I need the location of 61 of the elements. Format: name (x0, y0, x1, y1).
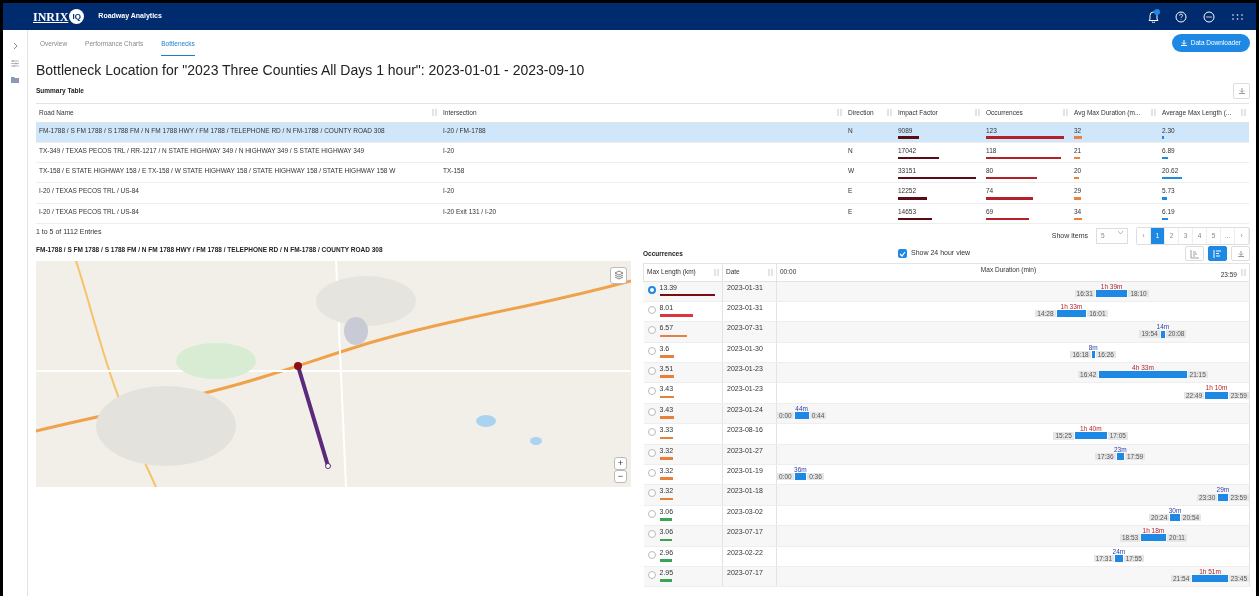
duration-bar (1091, 350, 1095, 358)
radio-button[interactable] (647, 428, 656, 437)
radio-button[interactable] (647, 489, 656, 498)
export-button[interactable] (1233, 82, 1250, 99)
sort-icon[interactable] (837, 109, 842, 117)
sort-icon[interactable] (1241, 268, 1246, 276)
folder-icon[interactable] (11, 77, 19, 83)
view-button[interactable] (1208, 246, 1227, 262)
radio-button[interactable] (647, 469, 656, 478)
sliders-icon[interactable] (11, 60, 19, 67)
radio-button[interactable] (647, 530, 656, 539)
radio-button[interactable] (647, 509, 656, 518)
radio-button[interactable] (647, 407, 656, 416)
radio-button[interactable] (647, 346, 656, 355)
download-icon (1238, 87, 1245, 94)
sort-icon[interactable] (1241, 109, 1246, 117)
download-icon (1180, 40, 1187, 46)
logo: INRIX IQ (33, 7, 85, 26)
radio-button[interactable] (647, 387, 656, 396)
radio-button[interactable] (647, 550, 656, 559)
export-button[interactable] (1231, 246, 1250, 262)
chevron-right-icon[interactable] (12, 42, 18, 50)
account-icon[interactable] (1203, 10, 1215, 23)
caret-icon (1118, 231, 1123, 235)
duration-bar (1218, 493, 1228, 501)
radio-button[interactable] (647, 305, 656, 314)
download-icon (1237, 250, 1244, 257)
duration-bar (1160, 330, 1166, 338)
duration-bar (1056, 310, 1087, 318)
sort-icon[interactable] (714, 268, 719, 276)
radio-button[interactable] (647, 285, 656, 294)
radio-button[interactable] (647, 326, 656, 335)
timeline-icon (1212, 248, 1223, 259)
duration-bar (1141, 534, 1167, 542)
radio-button[interactable] (647, 367, 656, 376)
help-icon[interactable] (1175, 10, 1187, 23)
duration-bar (794, 473, 807, 481)
duration-bar (1115, 554, 1123, 562)
duration-bar (1170, 514, 1180, 522)
duration-bar (1205, 391, 1228, 399)
duration-bar (1116, 452, 1124, 460)
notification-dot (1154, 8, 1160, 15)
page-title: Bottleneck Location for "2023 Three Counties All Days 1 hour": 2023-01-01 - 2023-09-10 (36, 62, 586, 79)
radio-button[interactable] (647, 448, 656, 457)
duration-bar (1095, 289, 1128, 297)
checkbox[interactable] (898, 249, 907, 259)
sort-icon[interactable] (887, 109, 892, 117)
sort-icon[interactable] (432, 109, 437, 117)
duration-bar (1192, 575, 1228, 583)
sort-icon[interactable] (975, 109, 980, 117)
bar-chart-icon (1189, 248, 1200, 259)
sort-icon[interactable] (1151, 109, 1156, 117)
duration-bar (1074, 432, 1107, 440)
notification-button[interactable] (1146, 9, 1160, 24)
bell-icon (1147, 10, 1159, 23)
duration-bar (794, 412, 809, 420)
apps-icon[interactable] (1231, 13, 1243, 20)
layers-icon (613, 270, 624, 281)
sort-icon[interactable] (1063, 109, 1068, 117)
sort-icon[interactable] (768, 268, 773, 276)
radio-button[interactable] (647, 571, 656, 579)
